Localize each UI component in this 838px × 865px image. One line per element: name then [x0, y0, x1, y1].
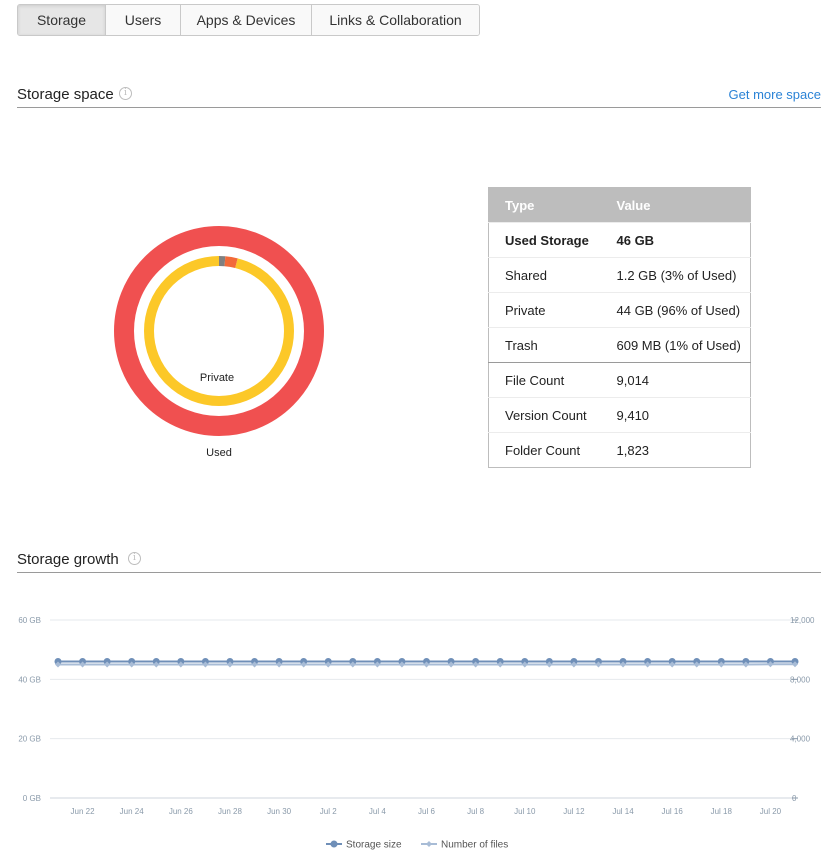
x-tick-label: Jul 12 — [563, 807, 585, 816]
table-row: Version Count 9,410 — [488, 397, 751, 433]
tab-storage[interactable]: Storage — [18, 5, 106, 35]
info-icon[interactable]: i — [119, 87, 132, 100]
row-value: 9,410 — [600, 397, 751, 433]
y-right-tick-label: 12,000 — [790, 616, 815, 625]
x-tick-label: Jul 18 — [711, 807, 733, 816]
donut-inner-label: Private — [200, 372, 234, 384]
x-tick-label: Jul 4 — [369, 807, 386, 816]
storage-growth-title: Storage growth — [17, 551, 119, 568]
row-type: Folder Count — [488, 432, 601, 468]
x-tick-label: Jun 26 — [169, 807, 194, 816]
x-tick-label: Jun 28 — [218, 807, 243, 816]
row-value: 1,823 — [600, 432, 751, 468]
row-value: 9,014 — [600, 362, 751, 398]
row-type: File Count — [488, 362, 601, 398]
info-icon[interactable]: i — [128, 552, 141, 565]
legend-marker — [426, 841, 432, 847]
y-right-tick-label: 0 — [792, 794, 797, 803]
table-row: File Count 9,014 — [488, 362, 751, 398]
row-value: 1.2 GB (3% of Used) — [600, 257, 751, 293]
storage-donut-chart: Private Used — [114, 226, 324, 459]
row-value: 609 MB (1% of Used) — [600, 327, 751, 363]
y-left-tick-label: 40 GB — [18, 675, 41, 684]
row-type: Private — [488, 292, 601, 328]
row-type: Shared — [488, 257, 601, 293]
get-more-space-link[interactable]: Get more space — [729, 87, 822, 102]
table-row: Private 44 GB (96% of Used) — [488, 292, 751, 328]
y-right-tick-label: 8,000 — [790, 675, 811, 684]
x-tick-label: Jul 10 — [514, 807, 536, 816]
x-tick-label: Jul 16 — [661, 807, 683, 816]
table-row: Used Storage 46 GB — [488, 222, 751, 258]
storage-growth-chart: 60 GB 40 GB 20 GB 0 GB 12,000 8,000 4,000 0 Jun … — [18, 616, 815, 851]
tab-apps-devices[interactable]: Apps & Devices — [181, 5, 312, 35]
y-left-tick-label: 0 GB — [23, 794, 41, 803]
x-tick-label: Jul 20 — [760, 807, 782, 816]
tab-users[interactable]: Users — [106, 5, 181, 35]
row-value: 46 GB — [600, 222, 751, 258]
x-tick-label: Jun 24 — [120, 807, 145, 816]
table-row: Folder Count 1,823 — [488, 432, 751, 468]
x-tick-label: Jul 14 — [612, 807, 634, 816]
table-header-row: Type Value — [488, 187, 751, 223]
storage-table: Type Value Used Storage 46 GB Shared 1.2… — [488, 187, 751, 468]
x-tick-label: Jul 2 — [320, 807, 337, 816]
donut-outer-label: Used — [206, 447, 232, 459]
header-type: Type — [488, 187, 601, 223]
y-left-tick-label: 20 GB — [18, 735, 41, 744]
legend-label: Storage size — [346, 840, 402, 851]
x-tick-label: Jul 8 — [467, 807, 484, 816]
legend-marker — [330, 840, 338, 848]
storage-space-header: Storage space i Get more space — [17, 82, 821, 108]
header-value: Value — [600, 187, 751, 223]
x-tick-label: Jun 30 — [267, 807, 292, 816]
storage-growth-header: Storage growth i — [17, 547, 821, 573]
row-type: Trash — [488, 327, 601, 363]
tab-bar: Storage Users Apps & Devices Links & Col… — [17, 4, 480, 36]
storage-space-title: Storage space — [17, 86, 114, 103]
table-row: Shared 1.2 GB (3% of Used) — [488, 257, 751, 293]
y-left-tick-label: 60 GB — [18, 616, 41, 625]
table-row: Trash 609 MB (1% of Used) — [488, 327, 751, 363]
y-right-tick-label: 4,000 — [790, 735, 811, 744]
row-type: Used Storage — [488, 222, 601, 258]
x-tick-label: Jul 6 — [418, 807, 435, 816]
row-type: Version Count — [488, 397, 601, 433]
row-value: 44 GB (96% of Used) — [600, 292, 751, 328]
x-tick-label: Jun 22 — [71, 807, 96, 816]
tab-links-collaboration[interactable]: Links & Collaboration — [312, 5, 479, 35]
legend-label: Number of files — [441, 840, 508, 851]
